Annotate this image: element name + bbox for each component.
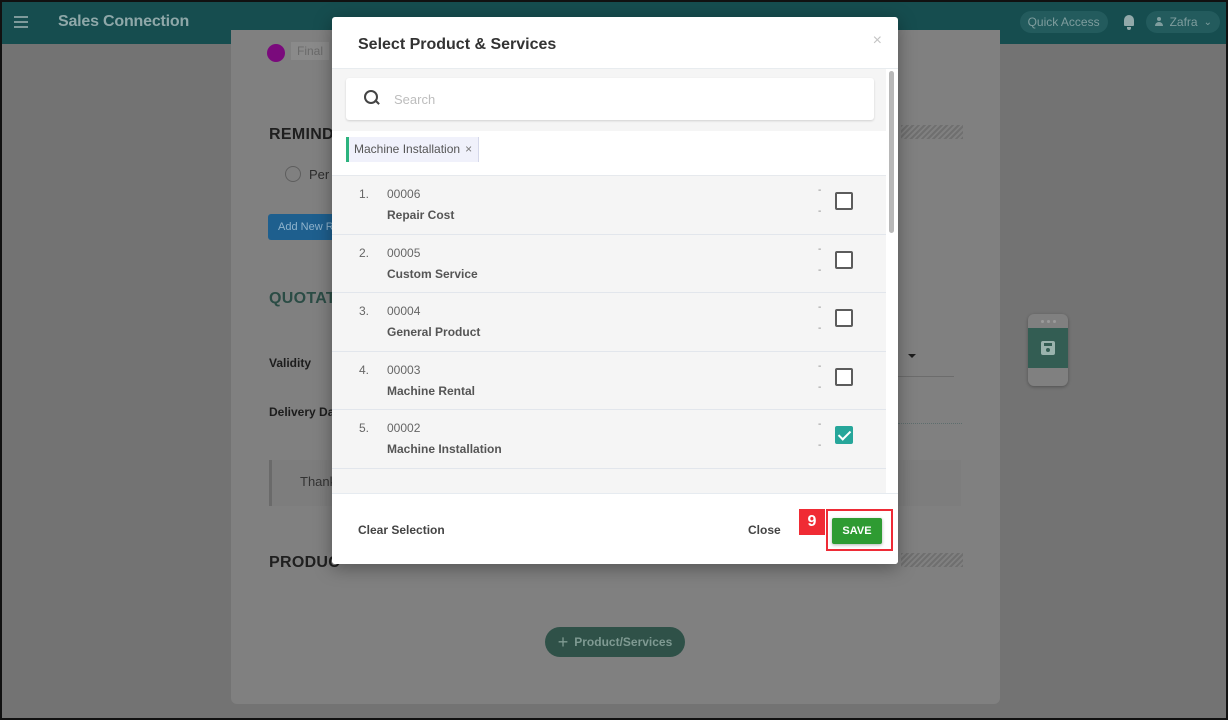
item-name: Custom Service xyxy=(387,266,478,281)
list-item[interactable]: 3. 00004 General Product - - xyxy=(332,293,886,352)
add-product-services-label: Product/Services xyxy=(574,635,673,649)
add-product-services-button[interactable]: + Product/Services xyxy=(545,627,685,657)
quotation-section-title: QUOTAT xyxy=(269,290,336,307)
close-button[interactable]: Close xyxy=(748,523,782,537)
item-meta: - xyxy=(818,440,822,451)
item-checkbox[interactable] xyxy=(835,367,853,386)
list-scrollbar-thumb[interactable] xyxy=(889,71,894,233)
reminder-radio-label: Per xyxy=(309,167,330,182)
item-meta: - xyxy=(818,264,822,276)
step-label: Final xyxy=(291,42,330,60)
item-index: 2. xyxy=(359,245,370,260)
item-code: 00002 xyxy=(387,421,421,435)
item-code: 00003 xyxy=(387,362,421,377)
list-item[interactable]: 4. 00003 Machine Rental - - xyxy=(332,351,886,410)
highlight-box xyxy=(826,509,893,551)
delivery-date-underline xyxy=(898,423,962,424)
validity-underline xyxy=(898,376,954,377)
item-meta: - xyxy=(818,323,822,334)
list-item[interactable]: 5. 00002 Machine Installation - - xyxy=(332,410,886,469)
item-meta: - xyxy=(818,381,822,393)
hatch-divider xyxy=(901,125,963,139)
user-name: Zafra xyxy=(1169,15,1198,29)
list-item[interactable]: 1. 00006 Repair Cost - - xyxy=(332,176,886,235)
item-checkbox[interactable] xyxy=(835,426,853,444)
item-meta: - xyxy=(818,243,822,255)
item-code: 00006 xyxy=(387,187,421,201)
validity-dropdown-caret-icon[interactable] xyxy=(908,354,916,358)
item-meta: - xyxy=(818,302,822,313)
item-code: 00005 xyxy=(387,245,421,260)
clear-selection-button[interactable]: Clear Selection xyxy=(358,523,445,537)
validity-label: Validity xyxy=(269,356,312,370)
hatch-divider xyxy=(901,553,963,567)
delivery-date-label: Delivery Da xyxy=(269,405,335,419)
products-section-title: PRODUC xyxy=(269,554,341,571)
floating-save-button[interactable] xyxy=(1028,328,1068,368)
reminder-section-title: REMIND xyxy=(269,126,334,143)
item-checkbox[interactable] xyxy=(835,309,853,327)
item-index: 4. xyxy=(359,362,370,377)
selected-items-row: Machine Installation × xyxy=(332,131,886,176)
modal-header: Select Product & Services × xyxy=(332,17,898,69)
plus-icon: + xyxy=(557,632,569,652)
search-icon xyxy=(364,90,378,104)
selected-chip: Machine Installation × xyxy=(346,137,480,162)
item-checkbox[interactable] xyxy=(835,250,853,269)
user-menu-button[interactable]: Zafra ⌄ xyxy=(1145,11,1220,33)
bell-icon[interactable] xyxy=(1122,14,1136,30)
item-name: Machine Rental xyxy=(387,383,476,398)
item-index: 1. xyxy=(359,187,370,201)
close-icon[interactable]: × xyxy=(873,32,882,50)
app-title[interactable]: Sales Connection xyxy=(58,13,189,31)
search-box[interactable] xyxy=(346,78,874,120)
item-index: 5. xyxy=(359,421,370,435)
item-meta: - xyxy=(818,360,822,372)
modal-body: Machine Installation × 1. 00006 Repair C… xyxy=(332,69,886,493)
item-name: Repair Cost xyxy=(387,208,455,222)
item-meta: - xyxy=(818,185,822,196)
step-indicator-icon xyxy=(267,44,285,62)
floppy-disk-icon xyxy=(1041,341,1055,355)
hamburger-menu-icon[interactable] xyxy=(14,16,28,28)
drag-handle-icon[interactable] xyxy=(1028,314,1068,328)
modal-title: Select Product & Services xyxy=(358,36,557,53)
remove-chip-icon[interactable]: × xyxy=(465,142,472,162)
step-number-badge: 9 xyxy=(799,509,825,535)
item-name: General Product xyxy=(387,325,481,339)
select-product-services-modal: Select Product & Services × Machine Inst… xyxy=(332,17,898,564)
reminder-radio[interactable] xyxy=(285,166,301,182)
topbar-actions: Quick Access Zafra ⌄ xyxy=(1019,11,1220,33)
item-meta: - xyxy=(818,206,822,217)
search-input[interactable] xyxy=(394,88,854,110)
user-icon xyxy=(1154,17,1164,27)
selected-chip-label: Machine Installation xyxy=(354,142,461,156)
floating-save-widget[interactable] xyxy=(1028,314,1068,386)
item-meta: - xyxy=(818,419,822,430)
terms-note-text: Thank xyxy=(300,474,337,489)
chevron-down-icon: ⌄ xyxy=(1203,16,1212,28)
item-index: 3. xyxy=(359,304,370,318)
list-item[interactable]: 2. 00005 Custom Service - - xyxy=(332,234,886,293)
item-name: Machine Installation xyxy=(387,442,502,456)
item-code: 00004 xyxy=(387,304,421,318)
product-list: 1. 00006 Repair Cost - - 2. 00005 Custom… xyxy=(332,176,886,469)
item-checkbox[interactable] xyxy=(835,192,853,210)
quick-access-button[interactable]: Quick Access xyxy=(1019,11,1108,33)
